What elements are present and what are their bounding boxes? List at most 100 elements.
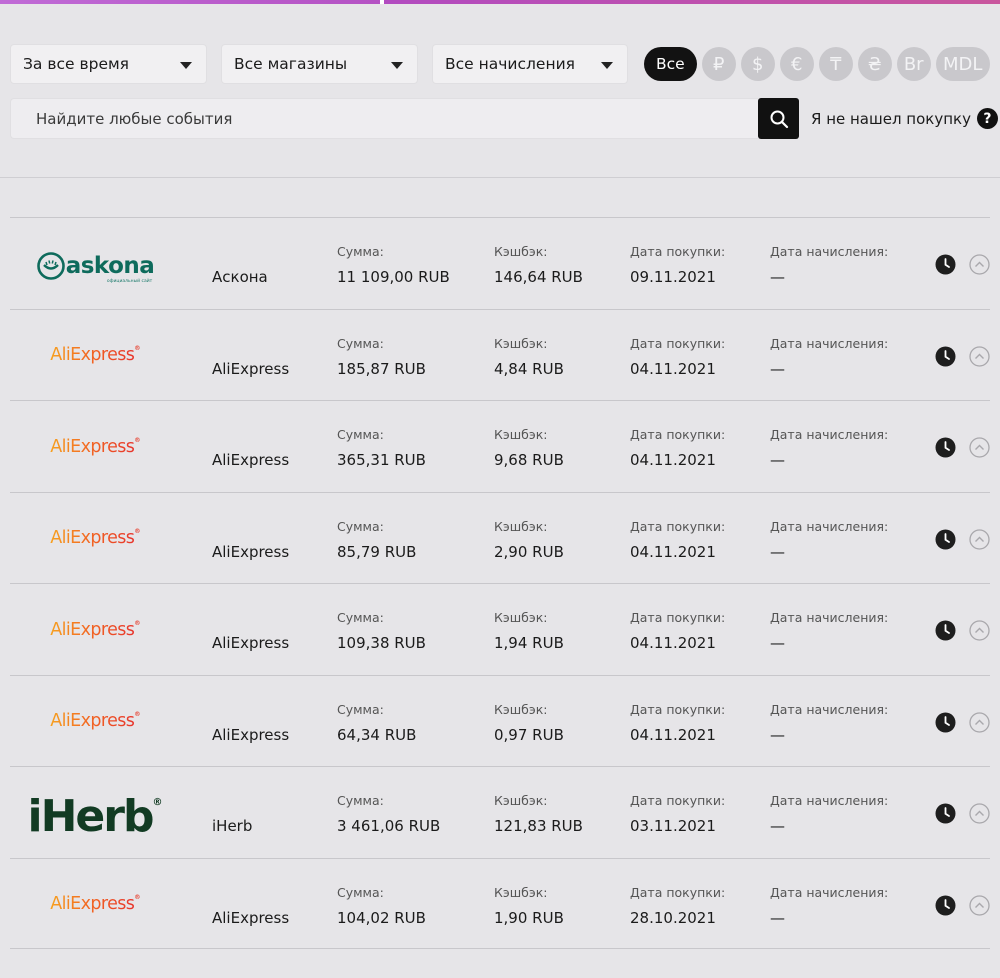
askona-mark-icon: [36, 251, 65, 280]
top-accent-bar: [0, 0, 1000, 4]
clock-icon: [935, 620, 956, 641]
search-icon: [770, 110, 788, 128]
search-bar: [10, 98, 799, 139]
purchase-list: askona официальный сайт Аскона Сумма: 11 109…: [10, 217, 990, 949]
section-divider: [0, 177, 1000, 178]
search-input[interactable]: [10, 98, 758, 139]
expand-toggle-icon[interactable]: [969, 345, 990, 367]
iherb-logo: iHerb®: [27, 791, 163, 842]
currency-chip-hryvnia[interactable]: ₴: [857, 47, 892, 81]
accrual-date-value: —: [770, 725, 785, 744]
sum-value: 109,38 RUB: [337, 634, 426, 652]
sum-field: Сумма: 11 109,00 RUB: [337, 244, 450, 286]
purchase-date-value: 03.11.2021: [630, 817, 716, 835]
accrual-date-field: Дата начисления: —: [770, 610, 889, 652]
purchase-not-found-link[interactable]: Я не нашел покупку ?: [811, 108, 998, 129]
expand-toggle-icon[interactable]: [969, 620, 990, 641]
currency-chip-leu[interactable]: MDL: [935, 47, 990, 81]
sum-field: Сумма: 3 461,06 RUB: [337, 793, 441, 835]
sum-field: Сумма: 85,79 RUB: [337, 518, 417, 561]
currency-chip-tenge[interactable]: ₸: [818, 47, 853, 81]
purchase-date-value: 09.11.2021: [630, 268, 716, 286]
purchase-date-value: 04.11.2021: [630, 634, 716, 652]
currency-chip-ruble[interactable]: ₽: [701, 47, 736, 81]
sum-value: 365,31 RUB: [337, 451, 426, 469]
purchase-date-field: Дата покупки: 28.10.2021: [630, 884, 726, 927]
purchase-row: AliExpress® AliExpress Сумма: 104,02 RUB Кэш…: [10, 857, 990, 950]
shop-name: AliExpress: [212, 908, 290, 927]
currency-chip-all[interactable]: Все: [644, 47, 697, 81]
currency-chip-ruble-by[interactable]: Br: [896, 47, 931, 81]
sum-value: 3 461,06 RUB: [337, 817, 441, 835]
shop-name: AliExpress: [212, 451, 290, 469]
cashback-value: 121,83 RUB: [494, 817, 583, 835]
shop-logo: AliExpress®: [10, 676, 180, 767]
purchase-date-value: 28.10.2021: [630, 908, 716, 927]
aliexpress-logo: AliExpress®: [50, 711, 140, 731]
cashback-field: Кэшбэк: 9,68 RUB: [494, 427, 564, 469]
clock-icon: [935, 712, 956, 733]
accrual-date-field: Дата начисления: —: [770, 518, 889, 561]
clock-icon: [935, 254, 956, 275]
cashback-field: Кэшбэк: 1,94 RUB: [494, 610, 564, 652]
shop-name: Аскона: [212, 268, 268, 286]
sum-value: 64,34 RUB: [337, 725, 417, 744]
currency-chip-euro[interactable]: €: [779, 47, 814, 81]
cashback-value: 0,97 RUB: [494, 725, 564, 744]
cashback-field: Кэшбэк: 4,84 RUB: [494, 335, 564, 378]
clock-icon: [935, 895, 956, 916]
chevron-down-icon: [180, 62, 192, 69]
shop-logo: AliExpress®: [10, 310, 180, 401]
period-select-value: За все время: [23, 55, 130, 73]
accrual-date-field: Дата начисления: —: [770, 335, 889, 378]
currency-filter: Все ₽ $ € ₸ ₴ Br MDL: [644, 47, 995, 81]
aliexpress-logo: AliExpress®: [50, 894, 140, 914]
cashback-field: Кэшбэк: 146,64 RUB: [494, 244, 583, 286]
shop-name: AliExpress: [212, 359, 290, 378]
accrual-date-value: —: [770, 908, 785, 927]
cashback-value: 9,68 RUB: [494, 451, 564, 469]
expand-toggle-icon[interactable]: [969, 894, 990, 916]
cashback-value: 2,90 RUB: [494, 542, 564, 561]
accrual-date-value: —: [770, 542, 785, 561]
period-select[interactable]: За все время: [10, 44, 207, 84]
purchase-not-found-label: Я не нашел покупку: [811, 109, 971, 128]
shop-logo: AliExpress®: [10, 584, 180, 675]
clock-icon: [935, 529, 956, 550]
expand-toggle-icon[interactable]: [969, 528, 990, 550]
purchase-row: AliExpress® AliExpress Сумма: 64,34 RUB Кэшб…: [10, 674, 990, 767]
currency-chip-dollar[interactable]: $: [740, 47, 775, 81]
sum-field: Сумма: 109,38 RUB: [337, 610, 426, 652]
expand-toggle-icon[interactable]: [969, 437, 990, 458]
purchase-date-field: Дата покупки: 04.11.2021: [630, 518, 726, 561]
cashback-value: 4,84 RUB: [494, 359, 564, 378]
expand-toggle-icon[interactable]: [969, 803, 990, 824]
sum-value: 11 109,00 RUB: [337, 268, 450, 286]
purchase-date-value: 04.11.2021: [630, 451, 716, 469]
purchase-row: AliExpress® AliExpress Сумма: 185,87 RUB Кэш…: [10, 308, 990, 401]
accrual-date-field: Дата начисления: —: [770, 884, 889, 927]
sum-field: Сумма: 64,34 RUB: [337, 701, 417, 744]
help-icon: ?: [976, 108, 998, 129]
expand-toggle-icon[interactable]: [969, 254, 990, 275]
purchase-date-value: 04.11.2021: [630, 542, 716, 561]
shops-select[interactable]: Все магазины: [221, 44, 418, 84]
chevron-down-icon: [601, 62, 613, 69]
cashback-field: Кэшбэк: 0,97 RUB: [494, 701, 564, 744]
clock-icon: [935, 346, 956, 367]
accrual-date-field: Дата начисления: —: [770, 701, 889, 744]
accrual-date-value: —: [770, 359, 785, 378]
accruals-select-value: Все начисления: [445, 55, 575, 73]
sum-field: Сумма: 365,31 RUB: [337, 427, 426, 469]
aliexpress-logo: AliExpress®: [50, 345, 140, 365]
purchase-row: AliExpress® AliExpress Сумма: 85,79 RUB Кэшб…: [10, 491, 990, 584]
purchase-date-value: 04.11.2021: [630, 725, 716, 744]
purchase-row: askona официальный сайт Аскона Сумма: 11 109…: [10, 217, 990, 309]
accruals-select[interactable]: Все начисления: [432, 44, 628, 84]
accrual-date-value: —: [770, 634, 785, 652]
purchase-date-field: Дата покупки: 04.11.2021: [630, 610, 726, 652]
expand-toggle-icon[interactable]: [969, 711, 990, 733]
clock-icon: [935, 803, 956, 824]
shop-logo: AliExpress®: [10, 859, 180, 950]
search-button[interactable]: [758, 98, 799, 139]
